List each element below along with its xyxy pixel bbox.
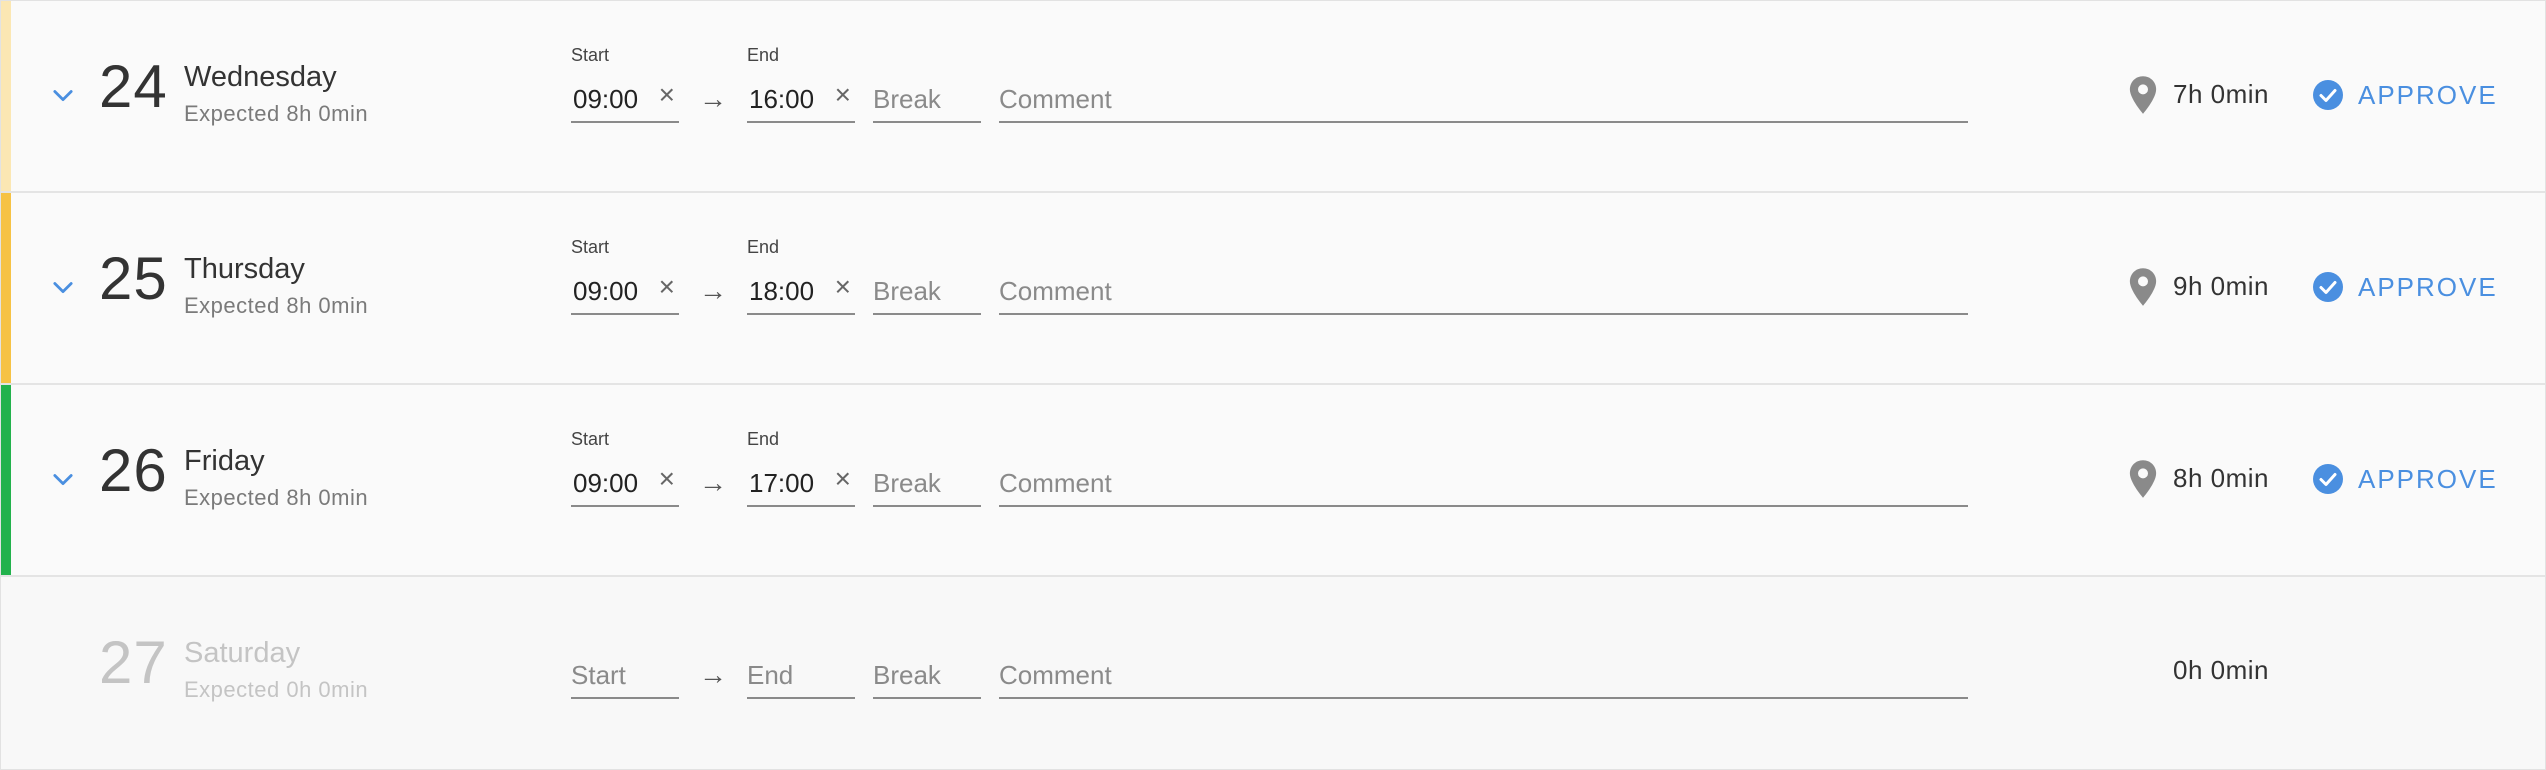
start-time-input[interactable]: 09:00 × <box>571 75 679 123</box>
break-input[interactable]: Break <box>873 459 981 507</box>
status-stripe <box>1 1 11 191</box>
day-name: Friday <box>184 445 265 477</box>
day-number: 27 <box>99 629 168 696</box>
arrow-icon: → <box>699 275 727 306</box>
end-time-value: 16:00 <box>749 84 815 114</box>
clear-end-icon[interactable]: × <box>835 75 851 115</box>
start-time-input[interactable]: 09:00 × <box>571 267 679 315</box>
start-label: Start <box>571 237 610 257</box>
location-pin-icon[interactable] <box>2128 267 2158 307</box>
comment-input[interactable]: Comment <box>999 651 1968 699</box>
worked-duration: 0h 0min <box>2173 655 2269 685</box>
arrow-icon: → <box>699 467 727 498</box>
end-time-value: 17:00 <box>749 468 815 498</box>
break-placeholder: Break <box>873 276 941 306</box>
comment-placeholder: Comment <box>999 468 1112 498</box>
clear-start-icon[interactable]: × <box>659 75 675 115</box>
status-stripe <box>1 385 11 575</box>
comment-placeholder: Comment <box>999 660 1112 690</box>
break-input[interactable]: Break <box>873 651 981 699</box>
expected-hours: Expected 8h 0min <box>184 293 369 318</box>
location-pin-icon[interactable] <box>2128 459 2158 499</box>
approve-button[interactable]: APPROVE <box>2312 75 2498 115</box>
approve-label: APPROVE <box>2358 463 2498 494</box>
chevron-down-icon[interactable] <box>49 465 77 493</box>
start-label: Start <box>571 45 610 65</box>
check-circle-icon <box>2313 80 2343 110</box>
end-placeholder: End <box>747 660 794 690</box>
end-label: End <box>747 237 780 257</box>
start-time-input[interactable]: 09:00 × <box>571 459 679 507</box>
start-placeholder: Start <box>571 660 626 690</box>
worked-duration: 9h 0min <box>2173 271 2269 301</box>
end-time-input[interactable]: 16:00 × <box>747 75 855 123</box>
comment-input[interactable]: Comment <box>999 267 1968 315</box>
worked-duration: 7h 0min <box>2173 79 2269 109</box>
expected-hours: Expected 8h 0min <box>184 485 369 510</box>
day-number: 25 <box>99 245 168 312</box>
clear-end-icon[interactable]: × <box>835 459 851 499</box>
expected-hours: Expected 8h 0min <box>184 101 369 126</box>
end-label: End <box>747 45 780 65</box>
day-name: Wednesday <box>184 61 337 93</box>
expected-hours: Expected 0h 0min <box>184 677 369 702</box>
end-time-input[interactable]: 18:00 × <box>747 267 855 315</box>
day-number: 26 <box>99 437 168 504</box>
clear-end-icon[interactable]: × <box>835 267 851 307</box>
break-input[interactable]: Break <box>873 267 981 315</box>
arrow-icon: → <box>699 83 727 114</box>
break-placeholder: Break <box>873 660 941 690</box>
day-row-27: 27 Saturday Expected 0h 0min Start → End… <box>1 577 2545 769</box>
end-time-input[interactable]: End <box>747 651 855 699</box>
comment-input[interactable]: Comment <box>999 75 1968 123</box>
comment-input[interactable]: Comment <box>999 459 1968 507</box>
day-row-25: 25 Thursday Expected 8h 0min Start 09:00… <box>1 193 2545 385</box>
approve-button[interactable]: APPROVE <box>2312 459 2498 499</box>
start-time-value: 09:00 <box>573 276 639 306</box>
day-row-24: 24 Wednesday Expected 8h 0min Start 09:0… <box>1 1 2545 193</box>
arrow-icon: → <box>699 659 727 690</box>
end-label: End <box>747 429 780 449</box>
comment-placeholder: Comment <box>999 84 1112 114</box>
approve-label: APPROVE <box>2358 271 2498 302</box>
break-input[interactable]: Break <box>873 75 981 123</box>
day-name: Thursday <box>184 253 305 285</box>
start-time-value: 09:00 <box>573 468 639 498</box>
chevron-down-icon[interactable] <box>49 273 77 301</box>
start-label: Start <box>571 429 610 449</box>
approve-button[interactable]: APPROVE <box>2312 267 2498 307</box>
status-stripe <box>1 193 11 383</box>
day-number: 24 <box>99 53 168 120</box>
location-pin-icon[interactable] <box>2128 75 2158 115</box>
day-row-26: 26 Friday Expected 8h 0min Start 09:00 ×… <box>1 385 2545 577</box>
break-placeholder: Break <box>873 468 941 498</box>
check-circle-icon <box>2313 464 2343 494</box>
timesheet-list: 24 Wednesday Expected 8h 0min Start 09:0… <box>0 0 2546 770</box>
approve-label: APPROVE <box>2358 79 2498 110</box>
chevron-down-icon[interactable] <box>49 81 77 109</box>
start-time-input[interactable]: Start <box>571 651 679 699</box>
worked-duration: 8h 0min <box>2173 463 2269 493</box>
start-time-value: 09:00 <box>573 84 639 114</box>
day-name: Saturday <box>184 637 301 669</box>
break-placeholder: Break <box>873 84 941 114</box>
comment-placeholder: Comment <box>999 276 1112 306</box>
check-circle-icon <box>2313 272 2343 302</box>
end-time-input[interactable]: 17:00 × <box>747 459 855 507</box>
end-time-value: 18:00 <box>749 276 815 306</box>
clear-start-icon[interactable]: × <box>659 459 675 499</box>
clear-start-icon[interactable]: × <box>659 267 675 307</box>
